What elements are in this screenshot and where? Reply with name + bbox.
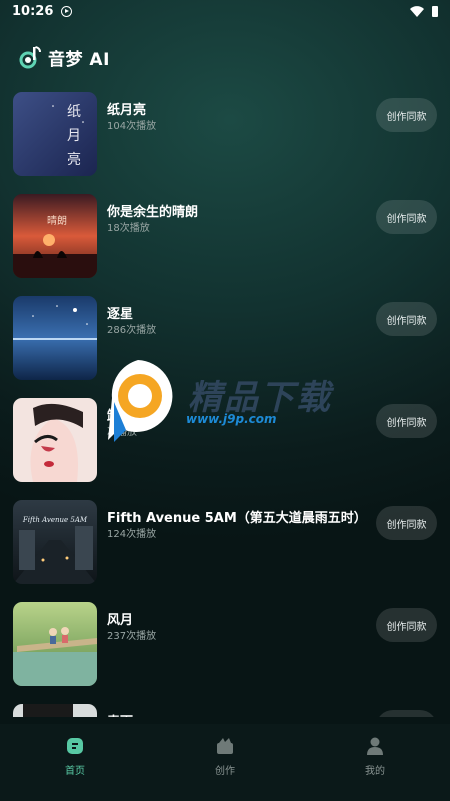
play-count: 286次播放 xyxy=(107,325,157,336)
song-cover[interactable]: Fifth Avenue 5AM xyxy=(13,500,97,584)
cover-image-opera-face xyxy=(13,398,97,482)
song-title: 青雨 xyxy=(107,711,133,717)
create-same-button[interactable]: 创作同款 xyxy=(376,404,437,438)
song-list[interactable]: 纸 月 亮 纸月亮 104次播放 创作同款 晴朗 你是余生的晴朗 18次播放 创… xyxy=(0,92,450,717)
song-title: 逐星 xyxy=(107,307,134,322)
song-title: 你是余生的晴朗 xyxy=(107,205,199,220)
tab-create[interactable]: 创作 xyxy=(150,724,300,801)
song-title: Fifth Avenue 5AM（第五大道晨雨五时） xyxy=(107,511,367,526)
list-item[interactable]: 风月 237次播放 创作同款 xyxy=(0,602,450,688)
app-title: 音梦 AI xyxy=(48,49,110,70)
cover-image-paper-moon: 纸 月 亮 xyxy=(13,92,97,176)
bottom-tab-bar: 首页 创作 我的 xyxy=(0,724,450,801)
list-item[interactable]: 纸 月 亮 纸月亮 104次播放 创作同款 xyxy=(0,92,450,178)
cover-text: 月 xyxy=(67,128,81,144)
create-same-button[interactable]: 创作同款 xyxy=(376,506,437,540)
tab-label: 首页 xyxy=(65,766,85,777)
play-count: 104次播放 xyxy=(107,121,157,132)
song-cover[interactable]: 晴朗 xyxy=(13,194,97,278)
cover-image-green-rain xyxy=(13,704,97,717)
song-cover[interactable] xyxy=(13,602,97,686)
cover-image-starry-sea xyxy=(13,296,97,380)
song-title: 纸月亮 xyxy=(107,103,147,118)
app-header: 音梦 AI xyxy=(18,42,110,72)
song-title: 风月 xyxy=(107,613,134,628)
tab-profile[interactable]: 我的 xyxy=(300,724,450,801)
profile-icon xyxy=(367,737,383,755)
cover-text: 亮 xyxy=(67,151,81,168)
wifi-icon xyxy=(410,5,424,17)
cover-image-rainy-avenue: Fifth Avenue 5AM xyxy=(13,500,97,584)
list-item[interactable]: 晴朗 你是余生的晴朗 18次播放 创作同款 xyxy=(0,194,450,280)
list-item[interactable]: 青雨 xyxy=(0,704,450,717)
song-cover[interactable] xyxy=(13,704,97,717)
status-bar: 10:26 xyxy=(0,0,450,22)
play-count: 237次播放 xyxy=(107,631,157,642)
home-icon xyxy=(67,738,83,754)
play-count: 124次播放 xyxy=(107,529,157,540)
song-cover[interactable] xyxy=(13,398,97,482)
tab-label: 我的 xyxy=(365,766,385,777)
status-time: 10:26 xyxy=(12,3,54,19)
song-title: 卸妆 xyxy=(107,409,134,424)
cover-text: 晴朗 xyxy=(47,214,67,227)
cover-text: 纸 xyxy=(67,104,81,120)
create-same-button[interactable]: 创作同款 xyxy=(376,608,437,642)
cover-image-garden-bridge xyxy=(13,602,97,686)
battery-icon xyxy=(432,5,438,17)
play-count: 次播放 xyxy=(107,427,137,438)
music-note-logo-icon xyxy=(19,46,41,69)
create-same-button[interactable]: 创作同款 xyxy=(376,200,437,234)
list-item[interactable]: 逐星 286次播放 创作同款 xyxy=(0,296,450,382)
create-same-button[interactable] xyxy=(376,710,437,717)
song-cover[interactable] xyxy=(13,296,97,380)
list-item[interactable]: Fifth Avenue 5AM Fifth Avenue 5AM（第五大道晨雨… xyxy=(0,500,450,586)
create-same-button[interactable]: 创作同款 xyxy=(376,98,437,132)
play-count: 18次播放 xyxy=(107,223,150,234)
tab-home[interactable]: 首页 xyxy=(0,724,150,801)
cover-text: Fifth Avenue 5AM xyxy=(22,516,88,524)
list-item[interactable]: 卸妆 次播放 创作同款 xyxy=(0,398,450,484)
status-right xyxy=(410,5,438,17)
create-same-button[interactable]: 创作同款 xyxy=(376,302,437,336)
create-icon xyxy=(217,738,233,754)
tab-label: 创作 xyxy=(215,766,235,777)
screen-record-icon xyxy=(61,5,73,17)
cover-image-sunset: 晴朗 xyxy=(13,194,97,278)
song-cover[interactable]: 纸 月 亮 xyxy=(13,92,97,176)
